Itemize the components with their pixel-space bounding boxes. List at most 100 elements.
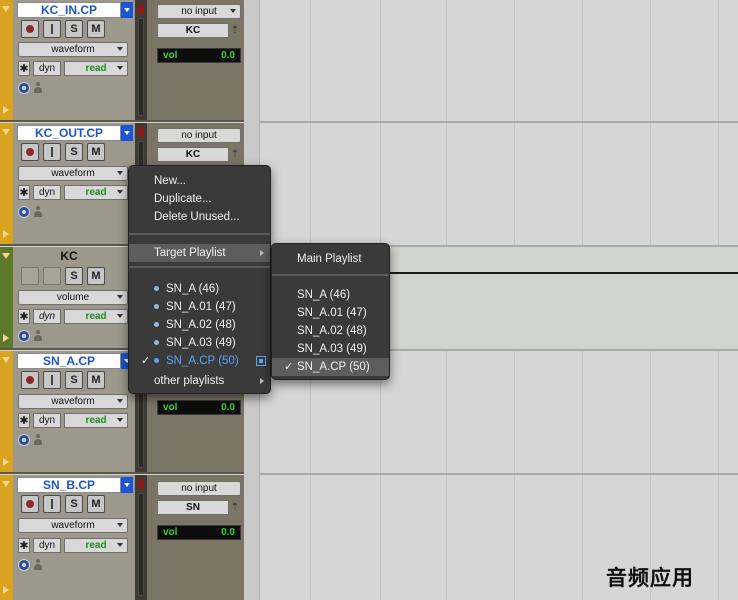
disclosure-triangle-icon[interactable] <box>3 334 9 342</box>
mute-button[interactable]: M <box>87 20 105 38</box>
track-header-body: KC_OUT.CP S M waveform ✱ dyn read <box>13 123 135 244</box>
disclosure-triangle-icon[interactable] <box>3 458 9 466</box>
voice-icon[interactable] <box>18 559 30 571</box>
solo-button[interactable]: S <box>65 143 83 161</box>
track-view-selector[interactable]: waveform <box>18 518 128 533</box>
input-selector[interactable]: no input <box>157 4 241 19</box>
track-name[interactable]: SN_B.CP <box>17 477 121 493</box>
output-arrow-icon[interactable]: ⇡ <box>230 500 240 515</box>
record-enable-button[interactable] <box>21 20 39 38</box>
track-name[interactable]: KC <box>17 249 121 265</box>
playlist-dot-icon <box>154 286 159 291</box>
disclosure-triangle-icon[interactable] <box>3 230 9 238</box>
track-view-selector[interactable]: waveform <box>18 42 128 57</box>
voice-icon[interactable] <box>18 330 30 342</box>
dyn-button[interactable]: dyn <box>33 185 61 200</box>
expand-icon[interactable] <box>2 6 10 12</box>
automation-mode-selector[interactable]: read <box>64 413 128 428</box>
submenu-arrow-icon <box>260 250 264 256</box>
playlist-menu-arrow[interactable] <box>121 2 133 18</box>
output-arrow-icon[interactable]: ⇡ <box>230 23 240 38</box>
submenu-item-main-playlist[interactable]: Main Playlist <box>272 250 389 268</box>
menu-item-playlist[interactable]: SN_A.02 (48) <box>129 316 270 334</box>
expand-icon[interactable] <box>2 253 10 259</box>
track-view-selector[interactable]: waveform <box>18 166 128 181</box>
submenu-item-playlist[interactable]: SN_A.01 (47) <box>272 304 389 322</box>
menu-item-playlist[interactable]: SN_A.03 (49) <box>129 334 270 352</box>
dyn-button[interactable]: dyn <box>33 413 61 428</box>
menu-separator <box>129 233 270 235</box>
record-enable-button[interactable] <box>21 143 39 161</box>
solo-button[interactable]: S <box>65 267 83 285</box>
automation-mode-selector[interactable]: read <box>64 185 128 200</box>
dyn-button[interactable]: dyn <box>33 538 61 553</box>
track-name[interactable]: KC_IN.CP <box>17 2 121 18</box>
asterisk-icon[interactable]: ✱ <box>18 309 30 324</box>
mute-button[interactable]: M <box>87 495 105 513</box>
solo-button[interactable]: S <box>65 371 83 389</box>
submenu-item-playlist[interactable]: SN_A (46) <box>272 286 389 304</box>
automation-mode-selector[interactable]: read <box>64 309 128 324</box>
track-view-selector[interactable]: volume <box>18 290 128 305</box>
person-icon <box>33 434 43 446</box>
solo-button[interactable]: S <box>65 495 83 513</box>
submenu-item-playlist[interactable]: SN_A.03 (49) <box>272 340 389 358</box>
input-monitor-button[interactable] <box>43 495 61 513</box>
mute-button[interactable]: M <box>87 267 105 285</box>
input-selector[interactable]: no input <box>157 481 241 496</box>
volume-value: 0.0 <box>221 50 235 61</box>
menu-item-playlist[interactable]: SN_A.01 (47) <box>129 298 270 316</box>
voice-icon[interactable] <box>18 82 30 94</box>
volume-readout[interactable]: vol 0.0 <box>157 525 241 540</box>
input-selector[interactable]: no input <box>157 128 241 143</box>
mute-button[interactable]: M <box>87 143 105 161</box>
input-monitor-button[interactable] <box>43 371 61 389</box>
volume-readout[interactable]: vol 0.0 <box>157 400 241 415</box>
solo-button[interactable]: S <box>65 20 83 38</box>
playlist-menu-arrow[interactable] <box>121 125 133 141</box>
input-monitor-button[interactable] <box>43 143 61 161</box>
output-arrow-icon[interactable]: ⇡ <box>230 147 240 162</box>
input-monitor-button[interactable] <box>43 20 61 38</box>
menu-item-new[interactable]: New... <box>129 172 270 190</box>
menu-item-delete-unused[interactable]: Delete Unused... <box>129 208 270 226</box>
track-meter <box>135 475 147 600</box>
menu-item-target-playlist[interactable]: Target Playlist <box>129 244 270 262</box>
asterisk-icon[interactable]: ✱ <box>18 413 30 428</box>
output-selector[interactable]: SN <box>157 500 229 515</box>
automation-mode-selector[interactable]: read <box>64 538 128 553</box>
voice-icon[interactable] <box>18 206 30 218</box>
dyn-button[interactable]: dyn <box>33 61 61 76</box>
submenu-item-playlist-selected[interactable]: ✓ SN_A.CP (50) <box>272 358 389 376</box>
record-enable-button[interactable] <box>21 495 39 513</box>
track-color-bar <box>0 351 13 472</box>
menu-item-other-playlists[interactable]: other playlists <box>129 372 270 390</box>
automation-mode-selector[interactable]: read <box>64 61 128 76</box>
io-section: no input KC ⇡ vol 0.0 <box>147 0 244 120</box>
menu-item-duplicate[interactable]: Duplicate... <box>129 190 270 208</box>
expand-icon[interactable] <box>2 357 10 363</box>
asterisk-icon[interactable]: ✱ <box>18 61 30 76</box>
record-enable-button[interactable] <box>21 371 39 389</box>
output-selector[interactable]: KC <box>157 23 229 38</box>
submenu-item-playlist[interactable]: SN_A.02 (48) <box>272 322 389 340</box>
menu-item-playlist[interactable]: SN_A (46) <box>129 280 270 298</box>
disclosure-triangle-icon[interactable] <box>3 106 9 114</box>
menu-item-playlist-current[interactable]: ✓ SN_A.CP (50) <box>129 352 270 370</box>
track-name[interactable]: SN_A.CP <box>17 353 121 369</box>
mute-button[interactable]: M <box>87 371 105 389</box>
disclosure-triangle-icon[interactable] <box>3 586 9 594</box>
expand-icon[interactable] <box>2 129 10 135</box>
asterisk-icon[interactable]: ✱ <box>18 185 30 200</box>
dyn-button[interactable]: dyn <box>33 309 61 324</box>
expand-icon[interactable] <box>2 481 10 487</box>
playlist-menu-arrow[interactable] <box>121 477 133 493</box>
volume-readout[interactable]: vol 0.0 <box>157 48 241 63</box>
person-icon <box>33 330 43 342</box>
input-monitor-button <box>43 267 61 285</box>
track-name[interactable]: KC_OUT.CP <box>17 125 121 141</box>
asterisk-icon[interactable]: ✱ <box>18 538 30 553</box>
output-selector[interactable]: KC <box>157 147 229 162</box>
voice-icon[interactable] <box>18 434 30 446</box>
track-view-selector[interactable]: waveform <box>18 394 128 409</box>
